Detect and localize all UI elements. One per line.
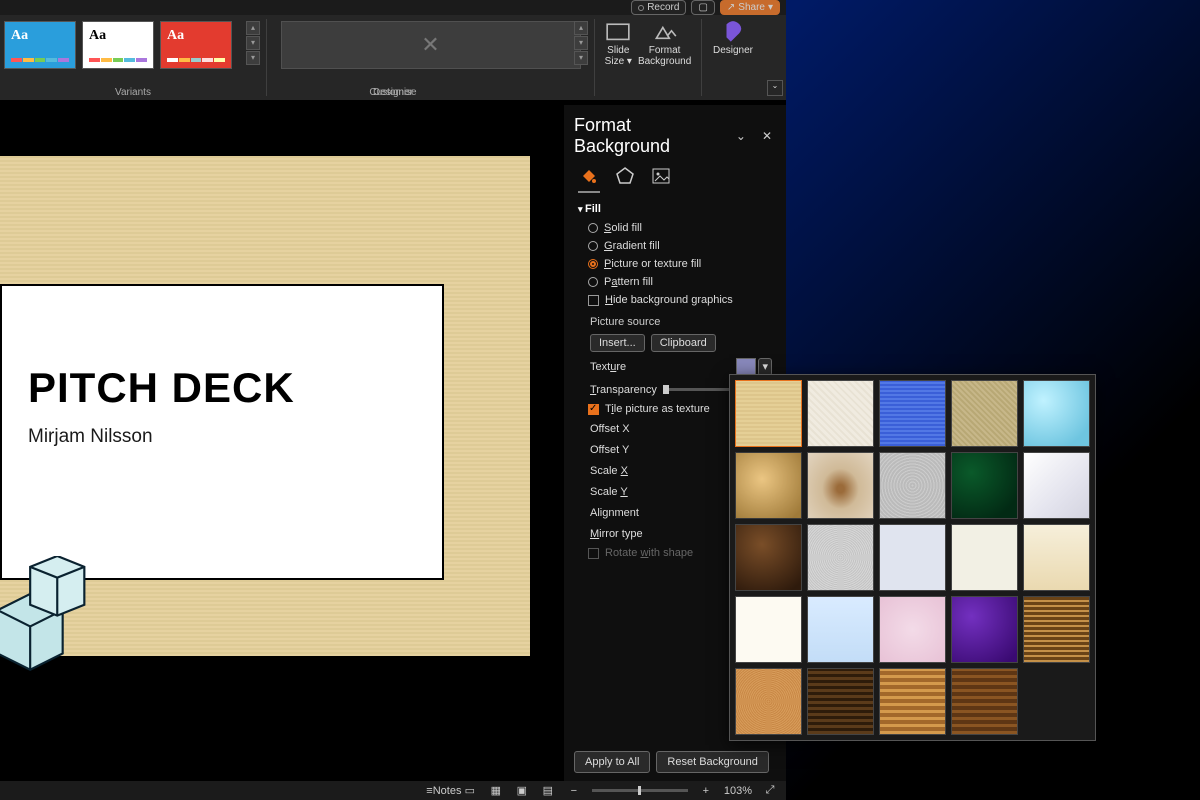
format-bg-icon — [652, 21, 678, 43]
texture-newsprint[interactable] — [807, 524, 874, 591]
zoom-slider[interactable] — [592, 789, 688, 792]
picture-tab-icon[interactable] — [650, 165, 672, 187]
sorter-view-icon[interactable]: ▦ — [488, 784, 504, 798]
picture-fill-radio[interactable]: Picture or texture fill — [578, 255, 772, 273]
texture-paper-bag[interactable] — [735, 452, 802, 519]
hide-graphics-check[interactable]: Hide background graphics — [578, 291, 772, 309]
texture-denim[interactable] — [879, 380, 946, 447]
variant-thumb[interactable]: Aa — [82, 21, 154, 69]
texture-green-marble[interactable] — [951, 452, 1018, 519]
pane-title: Format Background — [574, 115, 724, 157]
slide-canvas[interactable]: PITCH DECK Mirjam Nilsson — [0, 156, 530, 656]
designer-icon — [720, 21, 746, 43]
variants-more-icon[interactable]: ▾ — [246, 51, 260, 65]
transparency-slider[interactable] — [663, 388, 730, 391]
slide-size-button[interactable]: SlideSize ▾ — [603, 19, 634, 69]
clipboard-button[interactable]: Clipboard — [651, 334, 716, 352]
texture-stationery[interactable] — [1023, 524, 1090, 591]
record-button[interactable]: Record — [631, 0, 686, 15]
texture-purple-mesh[interactable] — [951, 596, 1018, 663]
texture-fish-fossil[interactable] — [807, 452, 874, 519]
picture-source-label: Picture source — [578, 313, 772, 331]
normal-view-icon[interactable]: ▭ — [462, 784, 478, 798]
pane-close-icon[interactable]: ✕ — [758, 127, 776, 145]
zoom-out-icon[interactable]: − — [566, 784, 582, 798]
ribbon: Aa Aa Aa ▴▾▾ Variants ✕ ▴▾▾ SlideSize ▾ … — [0, 15, 786, 100]
share-button[interactable]: ↗ Share ▾ — [720, 0, 780, 15]
solid-fill-radio[interactable]: Solid fill — [578, 219, 772, 237]
blank-theme-thumb[interactable]: ✕ — [281, 21, 581, 69]
texture-papyrus[interactable] — [735, 380, 802, 447]
texture-bouquet[interactable] — [1023, 596, 1090, 663]
slide-subtitle[interactable]: Mirjam Nilsson — [28, 426, 416, 448]
transparency-label: Transparency — [590, 384, 657, 396]
pane-options-icon[interactable]: ⌄ — [732, 127, 750, 145]
texture-granite[interactable] — [879, 452, 946, 519]
insert-button[interactable]: Insert... — [590, 334, 645, 352]
texture-label: Texture — [590, 361, 626, 373]
slideshow-icon[interactable]: ▤ — [540, 784, 556, 798]
texture-canvas[interactable] — [807, 380, 874, 447]
effects-tab-icon[interactable] — [614, 165, 636, 187]
designer-button[interactable]: Designer — [711, 19, 755, 58]
texture-blue-tissue[interactable] — [807, 596, 874, 663]
designer-group: Designer Designer — [702, 15, 764, 100]
texture-water[interactable] — [1023, 380, 1090, 447]
texture-flyout — [729, 374, 1096, 741]
title-card: PITCH DECK Mirjam Nilsson — [0, 284, 444, 580]
pattern-fill-radio[interactable]: Pattern fill — [578, 273, 772, 291]
texture-pink-tissue[interactable] — [879, 596, 946, 663]
comments-button[interactable]: ▢ — [691, 0, 714, 15]
texture-woven-mat[interactable] — [951, 380, 1018, 447]
status-bar: ≡ Notes ▭ ▦ ▣ ▤ − + 103% ⤢ — [0, 781, 786, 800]
texture-walnut[interactable] — [807, 668, 874, 735]
zoom-level[interactable]: 103% — [724, 785, 752, 797]
texture-cork[interactable] — [735, 668, 802, 735]
texture-recycled[interactable] — [879, 524, 946, 591]
reading-view-icon[interactable]: ▣ — [514, 784, 530, 798]
variants-down-icon[interactable]: ▾ — [246, 36, 260, 50]
texture-medium-wood[interactable] — [951, 668, 1018, 735]
format-background-button[interactable]: FormatBackground — [636, 19, 693, 69]
slide-size-icon — [605, 21, 631, 43]
reset-bg-button[interactable]: Reset Background — [656, 751, 769, 773]
cube-graphic — [0, 556, 96, 686]
texture-brown-marble[interactable] — [735, 524, 802, 591]
texture-white-marble[interactable] — [1023, 452, 1090, 519]
variants-up-icon[interactable]: ▴ — [246, 21, 260, 35]
variant-thumb[interactable]: Aa — [4, 21, 76, 69]
fill-tab-icon[interactable] — [578, 165, 600, 187]
zoom-in-icon[interactable]: + — [698, 784, 714, 798]
texture-parchment[interactable] — [951, 524, 1018, 591]
fill-section-header[interactable]: Fill — [578, 199, 772, 219]
fit-to-window-icon[interactable]: ⤢ — [762, 784, 778, 798]
apply-all-button[interactable]: Apply to All — [574, 751, 650, 773]
texture-oak[interactable] — [879, 668, 946, 735]
slide-title[interactable]: PITCH DECK — [28, 364, 416, 412]
texture-sand[interactable] — [735, 596, 802, 663]
variant-thumb[interactable]: Aa — [160, 21, 232, 69]
gradient-fill-radio[interactable]: Gradient fill — [578, 237, 772, 255]
notes-button[interactable]: ≡ Notes — [436, 784, 452, 798]
